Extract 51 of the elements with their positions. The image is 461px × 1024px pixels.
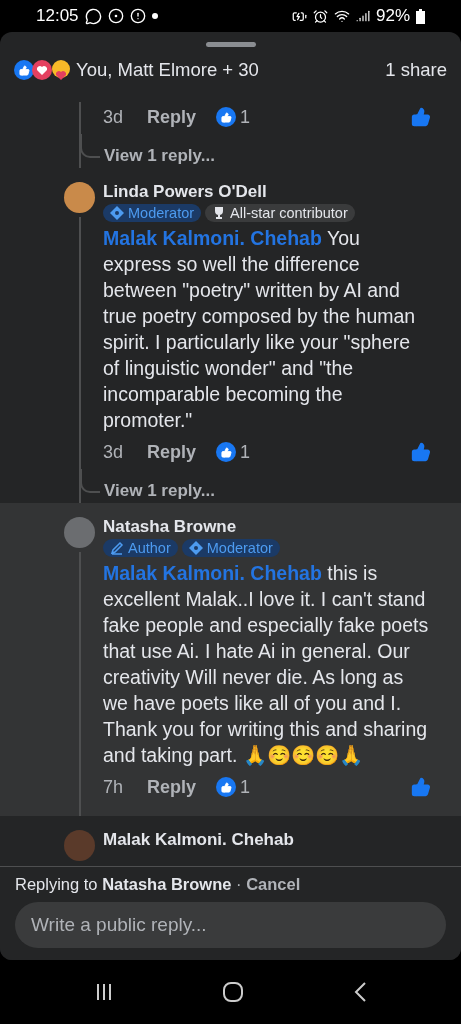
avatar[interactable] (64, 517, 95, 548)
comment-time: 3d (103, 106, 124, 128)
like-button[interactable] (411, 442, 431, 462)
chat-icon (84, 7, 102, 25)
heart-reaction-icon (32, 60, 52, 80)
author-name[interactable]: Natasha Browne (103, 517, 431, 537)
alarm-icon (312, 8, 328, 24)
hug-emoji-icon (50, 59, 72, 81)
back-icon[interactable] (352, 981, 367, 1003)
signal-icon (355, 9, 370, 23)
like-button[interactable] (411, 107, 431, 127)
like-button[interactable] (411, 777, 431, 797)
author-name[interactable]: Malak Kalmoni. Chehab (103, 830, 431, 850)
like-reaction-icon (14, 60, 34, 80)
share-count[interactable]: 1 share (385, 59, 447, 81)
wifi-icon (333, 8, 350, 24)
reply-button[interactable]: Reply (147, 441, 197, 463)
avatar[interactable] (64, 182, 95, 213)
comment-time: 7h (103, 776, 124, 798)
view-replies-link[interactable]: View 1 reply... (100, 481, 215, 501)
comment-text: Malak Kalmoni. Chehab this is excellent Malak..I love it. I can't stand fake people and especially fake poets that use Ai. I hate Ai in general. Our creativity Will never die. As long as we have poets like all of you and I. Thank you for writing this and sharing and taking part. 🙏☺☺☺🙏 (103, 561, 430, 768)
author-name[interactable]: Linda Powers O'Dell (103, 182, 431, 202)
drag-handle[interactable] (205, 42, 256, 47)
comment-text: Malak Kalmoni. Chehab You express so well the difference between "poetry" written by AI and true poetry composed by the human spirit. I particularly like your "sphere of linguistic wonder" and "the incomparable becoming the promoter." (103, 226, 417, 433)
alert-icon (129, 8, 146, 24)
like-count-icon (216, 777, 237, 797)
like-count-icon (216, 442, 237, 462)
like-count: 1 (240, 441, 251, 463)
separator-dot: · (235, 875, 243, 893)
like-count-icon (216, 107, 237, 127)
clock: 12:05 (36, 6, 79, 26)
like-count: 1 (240, 106, 251, 128)
reply-button[interactable]: Reply (147, 106, 197, 128)
role-badge: All-star contributor (205, 204, 355, 222)
home-icon[interactable] (222, 981, 245, 1003)
battery-icon (416, 8, 425, 24)
browser-icon (107, 8, 124, 24)
view-replies-link[interactable]: View 1 reply... (100, 146, 215, 166)
role-badge: Author (103, 539, 178, 557)
reply-button[interactable]: Reply (147, 776, 197, 798)
reply-input-field[interactable]: Write a public reply... (15, 902, 446, 948)
like-count: 1 (240, 776, 251, 798)
comment-time: 3d (103, 441, 124, 463)
battery-level: 92% (375, 6, 410, 26)
replying-to-label: Replying to (15, 875, 99, 893)
dot-icon (151, 13, 158, 19)
role-badge: Moderator (103, 204, 202, 222)
reaction-summary[interactable]: You, Matt Elmore + 30 (76, 59, 259, 81)
reply-target-name: Natasha Browne (102, 875, 232, 893)
role-badge: Moderator (181, 539, 280, 557)
cancel-link[interactable]: Cancel (246, 875, 301, 894)
